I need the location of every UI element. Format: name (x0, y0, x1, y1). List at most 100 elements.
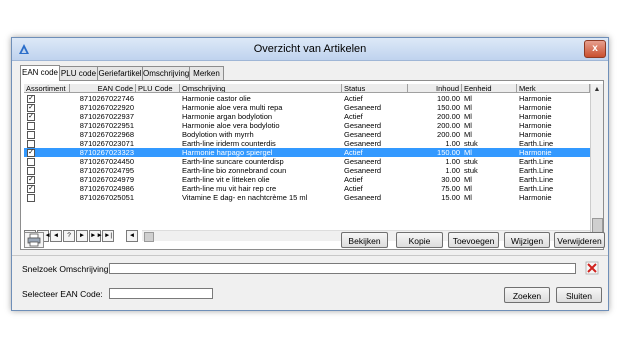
nav-next-button[interactable]: ► (76, 230, 88, 242)
tab-ean-code[interactable]: EAN code (20, 65, 60, 81)
assortiment-checkbox[interactable] (27, 122, 35, 130)
ean-select-input[interactable] (109, 288, 213, 299)
tab-plu-code[interactable]: PLU code (59, 66, 98, 80)
nav-next-page-button[interactable]: ►► (89, 230, 103, 242)
col-header-eenheid[interactable]: Eenheid (462, 84, 517, 93)
cell-omschrijving: Earth-line bio zonnebrand coun (182, 166, 287, 175)
cell-plu (136, 112, 180, 121)
cell-status: Gesaneerd (344, 103, 382, 112)
vertical-scrollbar[interactable]: ▲ ▼ (590, 84, 603, 248)
cell-ean: 8710267023071 (79, 139, 134, 148)
kopie-button[interactable]: Kopie (396, 232, 443, 248)
assortiment-checkbox[interactable] (27, 140, 35, 148)
assortiment-checkbox[interactable]: ✓ (27, 113, 35, 121)
cell-status: Gesaneerd (344, 157, 382, 166)
vertical-scroll-thumb[interactable] (592, 218, 603, 233)
cell-ean: 8710267025051 (79, 193, 134, 202)
table-row[interactable]: 8710267024795 Earth-line bio zonnebrand c… (24, 166, 590, 175)
cell-merk: Harmonie (519, 103, 552, 112)
cell-plu (136, 175, 180, 184)
horizontal-scroll-thumb[interactable] (144, 232, 154, 242)
col-header-status[interactable]: Status (342, 84, 408, 93)
zoeken-button[interactable]: Zoeken (504, 287, 550, 303)
col-header-plu[interactable]: PLU Code (136, 84, 180, 93)
cell-status: Gesaneerd (344, 130, 382, 139)
cell-inhoud: 1.00 (445, 166, 460, 175)
col-header-omschrijving[interactable]: Omschrijving (180, 84, 342, 93)
articles-window: Overzicht van Artikelen x EAN code PLU c… (11, 37, 609, 311)
table-row[interactable]: ✓ 8710267022920 Harmonie aloe vera multi r… (24, 103, 590, 112)
table-row[interactable]: 8710267025051 Vitamine E dag- en nachtcrè… (24, 193, 590, 202)
cell-merk: Earth.Line (519, 139, 554, 148)
cell-merk: Earth.Line (519, 175, 554, 184)
table-row[interactable]: 8710267022968 Bodylotion with myrrh Gesane… (24, 130, 590, 139)
table-row[interactable]: 8710267022951 Harmonie aloe vera bodyloti… (24, 121, 590, 130)
col-header-assortiment[interactable]: Assortiment (24, 84, 70, 93)
cell-eenheid: Ml (464, 121, 472, 130)
assortiment-checkbox[interactable]: ✓ (27, 104, 35, 112)
col-header-merk[interactable]: Merk (517, 84, 590, 93)
cell-eenheid: Ml (464, 112, 472, 121)
cell-ean: 8710267023323 (79, 148, 134, 157)
cell-status: Actief (344, 175, 363, 184)
col-header-inhoud[interactable]: Inhoud (408, 84, 462, 93)
hscroll-left-arrow[interactable]: ◄ (126, 230, 138, 242)
title-bar: Overzicht van Artikelen x (12, 38, 608, 61)
table-row[interactable]: ✓ 8710267022746 Harmonie castor olie Actief… (24, 94, 590, 103)
tab-omschrijving[interactable]: Omschrijving (142, 66, 190, 80)
cell-merk: Earth.Line (519, 166, 554, 175)
cell-inhoud: 200.00 (437, 130, 460, 139)
cell-ean: 8710267024450 (79, 157, 134, 166)
nav-prev-button[interactable]: ◄ (50, 230, 62, 242)
col-header-ean[interactable]: EAN Code (70, 84, 136, 93)
table-row[interactable]: ✓ 8710267024979 Earth-line vit e litteken … (24, 175, 590, 184)
cell-status: Gesaneerd (344, 166, 382, 175)
verwijderen-button[interactable]: Verwijderen (554, 232, 605, 248)
assortiment-checkbox[interactable] (27, 158, 35, 166)
cell-plu (136, 157, 180, 166)
table-row[interactable]: ✓ 8710267023323 Harmonie harpago spiergel A… (24, 148, 590, 157)
cell-eenheid: Ml (464, 148, 472, 157)
grid-panel: Assortiment EAN Code PLU Code Omschrijvi… (20, 80, 604, 250)
table-row[interactable]: ✓ 8710267022937 Harmonie argan bodylotion A… (24, 112, 590, 121)
bekijken-button[interactable]: Bekijken (341, 232, 388, 248)
assortiment-checkbox[interactable] (27, 194, 35, 202)
table-row[interactable]: 8710267023071 Earth-line iriderm counterd… (24, 139, 590, 148)
cell-plu (136, 103, 180, 112)
cell-plu (136, 166, 180, 175)
clear-search-icon[interactable] (585, 261, 599, 275)
cell-status: Actief (344, 94, 363, 103)
tab-merken[interactable]: Merken (189, 66, 224, 80)
assortiment-checkbox[interactable]: ✓ (27, 95, 35, 103)
snelzoek-input[interactable] (109, 263, 576, 274)
printer-icon (27, 233, 41, 247)
nav-last-button[interactable]: ►| (102, 230, 114, 242)
cell-omschrijving: Vitamine E dag- en nachtcrème 15 ml (182, 193, 308, 202)
assortiment-checkbox[interactable] (27, 167, 35, 175)
cell-inhoud: 200.00 (437, 112, 460, 121)
cell-omschrijving: Earth-line suncare counterdisp (182, 157, 284, 166)
cell-ean: 8710267022951 (79, 121, 134, 130)
toevoegen-button[interactable]: Toevoegen (448, 232, 499, 248)
scroll-up-arrow[interactable]: ▲ (591, 84, 603, 95)
cell-omschrijving: Earth-line mu vit hair rep cre (182, 184, 277, 193)
sluiten-button[interactable]: Sluiten (556, 287, 602, 303)
cell-omschrijving: Harmonie argan bodylotion (182, 112, 273, 121)
print-button[interactable] (24, 232, 44, 248)
nav-search-button[interactable]: ? (63, 230, 75, 242)
tab-geriefartikel[interactable]: Geriefartikel (97, 66, 143, 80)
wijzigen-button[interactable]: Wijzigen (504, 232, 550, 248)
assortiment-checkbox[interactable]: ✓ (27, 176, 35, 184)
assortiment-checkbox[interactable]: ✓ (27, 149, 35, 157)
cell-eenheid: Ml (464, 193, 472, 202)
cell-ean: 8710267022968 (79, 130, 134, 139)
table-row[interactable]: ✓ 8710267024986 Earth-line mu vit hair rep… (24, 184, 590, 193)
assortiment-checkbox[interactable]: ✓ (27, 185, 35, 193)
cell-inhoud: 100.00 (437, 94, 460, 103)
table-row[interactable]: 8710267024450 Earth-line suncare counterd… (24, 157, 590, 166)
cell-eenheid: stuk (464, 157, 478, 166)
close-button[interactable]: x (584, 40, 606, 58)
cell-status: Actief (344, 184, 363, 193)
cell-eenheid: stuk (464, 166, 478, 175)
assortiment-checkbox[interactable] (27, 131, 35, 139)
